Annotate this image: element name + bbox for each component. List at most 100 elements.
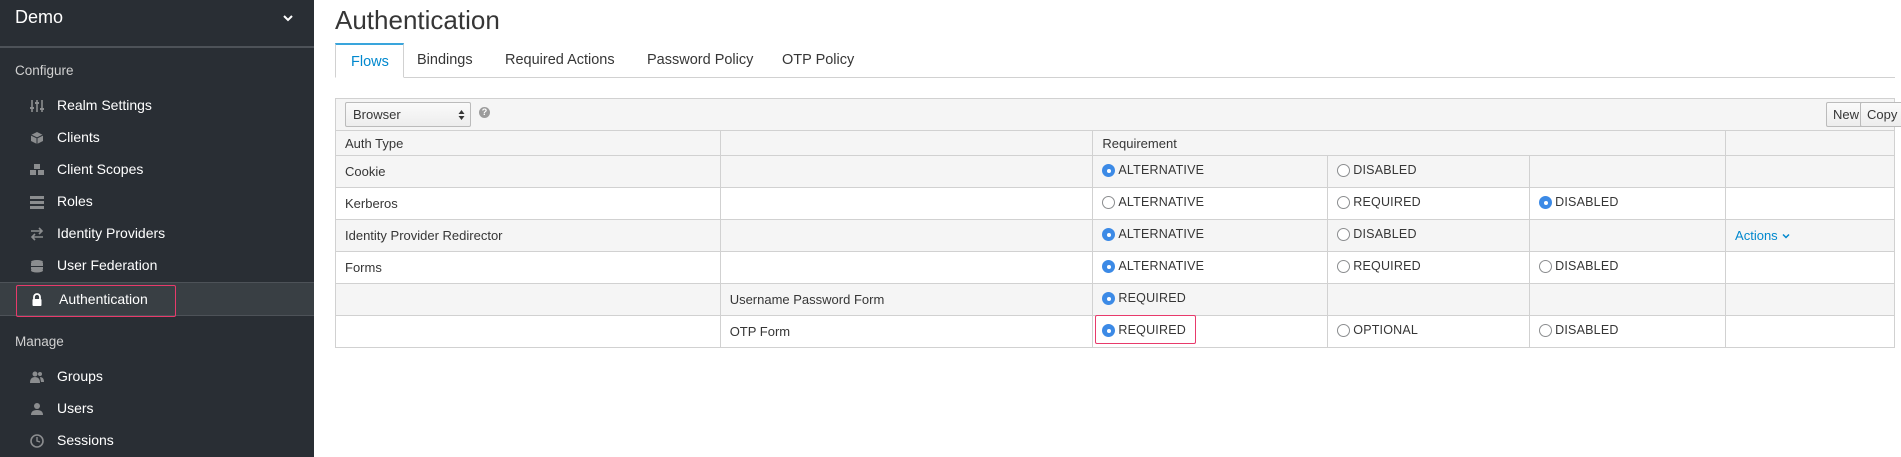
radio-option[interactable]: ALTERNATIVE	[1102, 195, 1204, 209]
users-icon	[30, 371, 44, 383]
radio-unchecked[interactable]	[1102, 195, 1116, 209]
radio-option[interactable]: REQUIRED	[1102, 291, 1186, 305]
tab-bindings[interactable]: Bindings	[417, 43, 473, 78]
radio-checked[interactable]	[1102, 291, 1116, 305]
actions-cell: Actions	[1725, 219, 1895, 252]
help-icon[interactable]: ?	[479, 107, 490, 118]
tab-password-policy[interactable]: Password Policy	[647, 43, 753, 78]
actions-cell	[1725, 187, 1895, 220]
actions-cell	[1725, 283, 1895, 316]
sidebar: Demo Configure Realm Settings Clients Cl…	[0, 0, 314, 457]
nav-groups[interactable]: Groups	[0, 361, 314, 393]
nav-label: Client Scopes	[57, 161, 144, 177]
chevron-down-icon[interactable]	[281, 11, 295, 25]
radio-unchecked[interactable]	[1337, 227, 1351, 241]
radio-checked[interactable]	[1102, 227, 1116, 241]
actions-cell	[1725, 155, 1895, 188]
flows-toolbar: Browser ? New Copy	[335, 98, 1901, 131]
list-icon	[30, 196, 44, 209]
table-row: Kerberos ALTERNATIVE REQUIRED DISABLED	[335, 187, 1895, 220]
sub-cell: Username Password Form	[719, 283, 1094, 316]
nav-label: Sessions	[57, 432, 114, 448]
nav-users[interactable]: Users	[0, 393, 314, 425]
requirement-cell	[1529, 283, 1727, 316]
radio-option[interactable]: DISABLED	[1539, 259, 1618, 273]
requirement-cell: ALTERNATIVE	[1092, 219, 1329, 252]
radio-label: REQUIRED	[1353, 195, 1421, 210]
radio-option[interactable]: DISABLED	[1539, 323, 1618, 337]
radio-option[interactable]: REQUIRED	[1337, 195, 1421, 209]
requirement-cell: ALTERNATIVE	[1092, 155, 1329, 188]
radio-label: DISABLED	[1555, 259, 1619, 274]
radio-option[interactable]: ALTERNATIVE	[1102, 163, 1204, 177]
table-row: Forms ALTERNATIVE REQUIRED DISABLED	[335, 251, 1895, 284]
nav-identity-providers[interactable]: Identity Providers	[0, 218, 314, 250]
radio-option[interactable]: OPTIONAL	[1337, 323, 1418, 337]
nav-label: User Federation	[57, 257, 158, 273]
radio-option[interactable]: DISABLED	[1337, 163, 1417, 178]
actions-cell	[1725, 315, 1895, 348]
requirement-cell: DISABLED	[1529, 187, 1727, 220]
nav-client-scopes[interactable]: Client Scopes	[0, 154, 314, 186]
sliders-icon	[30, 100, 44, 112]
actions-label: Actions	[1735, 228, 1778, 243]
requirement-cell	[1327, 283, 1531, 316]
tab-otp-policy[interactable]: OTP Policy	[782, 43, 854, 78]
radio-unchecked[interactable]	[1337, 195, 1351, 209]
tab-required-actions[interactable]: Required Actions	[505, 43, 615, 78]
main-content: Authentication Flows Bindings Required A…	[314, 0, 1901, 457]
table-row: Identity Provider Redirector ALTERNATIVE…	[335, 219, 1895, 252]
nav-user-federation[interactable]: User Federation	[0, 250, 314, 282]
auth-type-cell: Forms	[335, 251, 721, 284]
auth-type-cell	[335, 283, 721, 316]
radio-unchecked[interactable]	[1337, 323, 1351, 337]
copy-button[interactable]: Copy	[1860, 102, 1901, 127]
requirement-cell: REQUIRED	[1327, 251, 1531, 284]
sub-cell: OTP Form	[719, 315, 1094, 348]
radio-unchecked[interactable]	[1337, 163, 1351, 177]
nav-label: Roles	[57, 193, 93, 209]
requirement-cell: REQUIRED	[1327, 187, 1531, 220]
auth-type-cell	[335, 315, 721, 348]
nav-sessions[interactable]: Sessions	[0, 425, 314, 457]
table-row: OTP Form REQUIRED OPTIONAL DISABLED	[335, 315, 1895, 348]
radio-label: DISABLED	[1353, 163, 1417, 178]
radio-unchecked[interactable]	[1337, 259, 1351, 273]
radio-checked[interactable]	[1102, 163, 1116, 177]
radio-option[interactable]: ALTERNATIVE	[1102, 259, 1204, 273]
radio-unchecked[interactable]	[1539, 259, 1553, 273]
database-icon	[31, 260, 43, 273]
nav-label: Identity Providers	[57, 225, 166, 241]
sub-cell	[719, 155, 1094, 188]
radio-option[interactable]: REQUIRED	[1095, 315, 1197, 345]
user-icon	[31, 403, 43, 415]
flow-select[interactable]: Browser	[345, 102, 471, 127]
nav-label: Groups	[57, 368, 103, 384]
cube-icon	[30, 132, 44, 144]
actions-dropdown[interactable]: Actions	[1735, 228, 1790, 243]
realm-selector[interactable]: Demo	[0, 0, 314, 48]
select-arrows-icon	[458, 110, 465, 120]
tab-flows[interactable]: Flows	[335, 43, 404, 78]
radio-label: DISABLED	[1353, 227, 1417, 242]
radio-option[interactable]: DISABLED	[1337, 227, 1417, 242]
requirement-cell: DISABLED	[1327, 155, 1531, 188]
tab-label: Flows	[351, 54, 389, 70]
radio-option[interactable]: REQUIRED	[1337, 259, 1421, 273]
radio-unchecked[interactable]	[1539, 323, 1553, 337]
clock-icon	[30, 434, 44, 448]
radio-label: OPTIONAL	[1353, 323, 1419, 338]
header-actions	[1725, 130, 1895, 156]
radio-checked[interactable]	[1539, 195, 1553, 209]
tab-label: Bindings	[417, 52, 473, 68]
header-blank	[719, 130, 1094, 156]
radio-label: ALTERNATIVE	[1118, 259, 1205, 274]
radio-option[interactable]: ALTERNATIVE	[1102, 227, 1204, 241]
radio-checked[interactable]	[1102, 259, 1116, 273]
nav-clients[interactable]: Clients	[0, 122, 314, 154]
nav-realm-settings[interactable]: Realm Settings	[0, 90, 314, 122]
requirement-cell: REQUIRED	[1092, 283, 1329, 316]
radio-option[interactable]: DISABLED	[1539, 195, 1618, 209]
nav-roles[interactable]: Roles	[0, 186, 314, 218]
actions-cell	[1725, 251, 1895, 284]
